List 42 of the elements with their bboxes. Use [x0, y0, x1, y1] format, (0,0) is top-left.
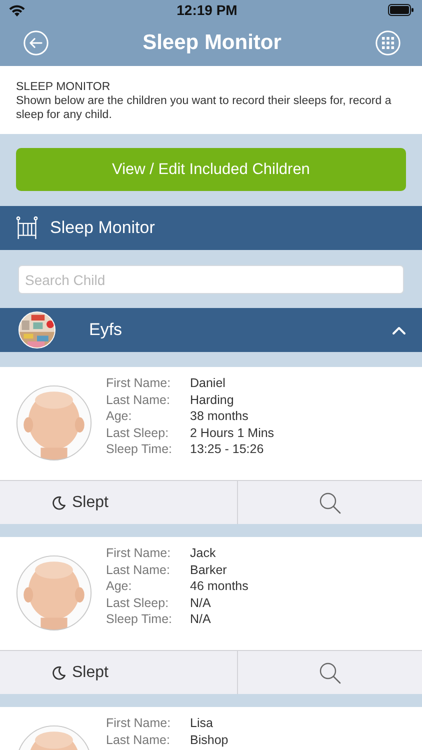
field-label: First Name:: [106, 715, 172, 732]
field-label: Sleep Time:: [106, 611, 174, 628]
wifi-icon: [8, 4, 26, 16]
field-value: 46 months: [190, 578, 248, 594]
field-value: Bishop: [190, 732, 228, 748]
status-time: 12:19 PM: [176, 2, 238, 18]
search-icon: [318, 662, 341, 684]
intro-heading: SLEEP MONITOR: [16, 80, 112, 94]
field-value: Barker: [190, 562, 228, 578]
crib-icon: [16, 216, 38, 240]
group-header[interactable]: Eyfs: [0, 308, 422, 352]
section-title: Sleep Monitor: [50, 218, 155, 238]
field-label: Age:: [106, 578, 133, 594]
group-name: Eyfs: [89, 320, 124, 340]
field-label: Last Name:: [106, 562, 171, 578]
field-label: Sleep Time:: [106, 441, 174, 458]
field-value: Jack: [190, 545, 217, 562]
field-value: 38 months: [190, 408, 250, 424]
chevron-up-icon[interactable]: [392, 326, 406, 334]
back-button[interactable]: [22, 29, 50, 57]
moon-icon: [52, 496, 66, 510]
field-label: First Name:: [106, 375, 172, 392]
field-value: N/A: [190, 594, 212, 611]
battery-icon: [388, 4, 414, 16]
field-value: 13:25 - 15:26: [190, 441, 265, 458]
field-value: Lisa: [190, 715, 214, 732]
field-value: 2 Hours 1 Mins: [190, 424, 274, 441]
search-field[interactable]: Search Child: [18, 265, 404, 294]
field-label: First Name:: [106, 545, 172, 562]
field-label: Last Name:: [106, 732, 171, 748]
field-value: Daniel: [190, 375, 226, 392]
field-label: Age:: [106, 408, 133, 424]
screen-title: Sleep Monitor: [142, 31, 282, 55]
moon-icon: [52, 666, 66, 680]
grid-menu-button[interactable]: [374, 29, 402, 57]
intro-text: Shown below are the children you want to record their sleeps for, record a sleep for any child.: [16, 94, 392, 122]
field-value: N/A: [190, 611, 212, 628]
search-icon: [318, 492, 341, 514]
field-value: Harding: [190, 392, 235, 408]
field-label: Last Sleep:: [106, 594, 170, 611]
field-label: Last Sleep:: [106, 424, 170, 441]
field-label: Last Name:: [106, 392, 171, 408]
